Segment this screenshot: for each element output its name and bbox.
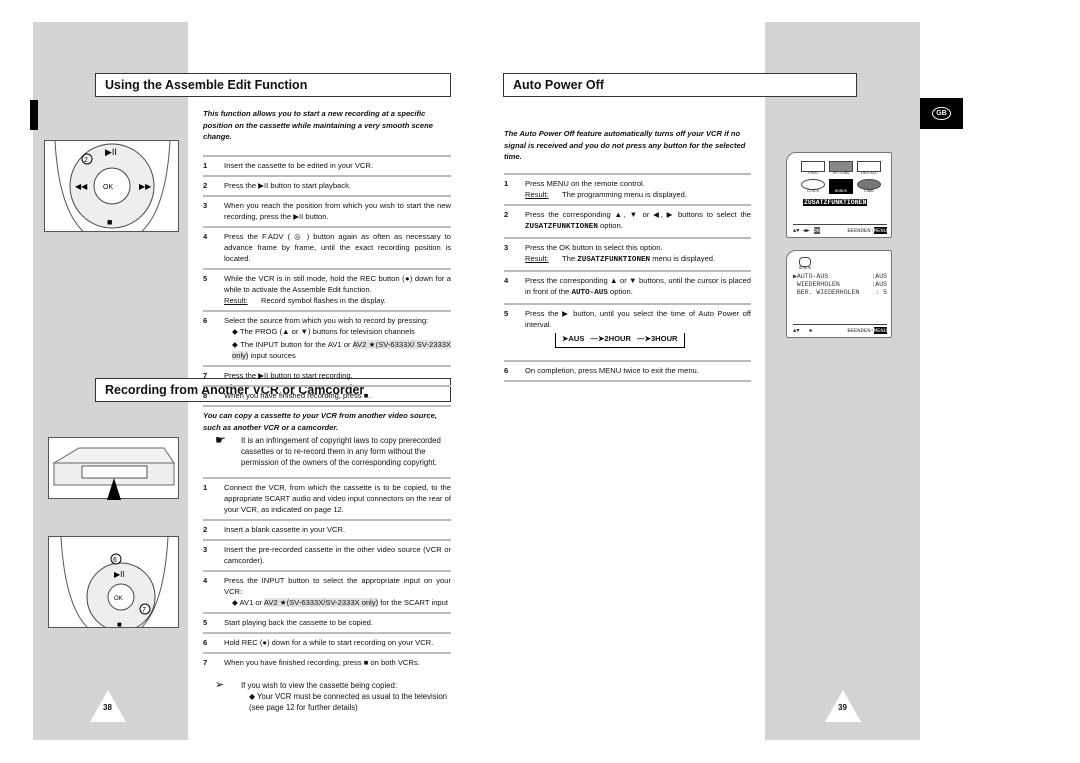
step: 4 Press the F.ADV ( ◎ ) button again as o… (203, 225, 451, 268)
step: 7 When you have finished recording, press… (203, 652, 451, 672)
step: 5 Start playing back the cassette to be c… (203, 612, 451, 632)
svg-text:▶II: ▶II (105, 147, 117, 157)
autopower-title: Auto Power Off (503, 73, 857, 97)
assemble-section: This function allows you to start a new … (203, 108, 451, 407)
svg-text:■: ■ (117, 620, 122, 628)
step: 1 Connect the VCR, from which the cassett… (203, 477, 451, 519)
pointing-hand-icon: ☛ (215, 433, 226, 447)
tip: ➢ If you wish to view the cassette being … (203, 680, 451, 713)
section-tab (30, 100, 38, 130)
step: 2 Insert a blank cassette in your VCR. (203, 519, 451, 539)
svg-text:2: 2 (84, 157, 88, 164)
assemble-intro: This function allows you to start a new … (203, 109, 433, 141)
recording-intro: You can copy a cassette to your VCR from… (203, 411, 437, 432)
svg-text:OK: OK (103, 184, 113, 191)
svg-text:7: 7 (142, 607, 146, 614)
page-number-left: 38 (103, 703, 112, 712)
autopower-section: The Auto Power Off feature automatically… (504, 128, 751, 382)
svg-text:▶II: ▶II (114, 570, 125, 579)
svg-text:OK: OK (114, 596, 123, 602)
remote-illustration-play: OK ▶II ■ ◀◀ ▶▶ 2 (44, 140, 179, 232)
osd-main-menu: PROG OPTIONS INSTALL CLOCK BONUS LANG ZU… (786, 152, 892, 238)
right-margin-band (765, 22, 920, 740)
assemble-title: Using the Assemble Edit Function (95, 73, 451, 97)
step: 1 Press MENU on the remote control. Result… (504, 172, 751, 204)
arrow-tip-icon: ➢ (215, 679, 225, 691)
step: 5 Press the ▶ button, until you select th… (504, 302, 751, 360)
svg-text:◀◀: ◀◀ (75, 182, 88, 191)
step: 1 Insert the cassette to be edited in you… (203, 154, 451, 175)
step: 6 Select the source from which you wish t… (203, 309, 451, 365)
step: 3 Insert the pre-recorded cassette in the… (203, 539, 451, 570)
osd-bonus-menu: BONUS ▶AUTO-AUS:AUS WIEDERHOLEN:AUS BER.… (786, 250, 892, 338)
step: 2 Press the ▶II button to start playback. (203, 174, 451, 195)
svg-text:6: 6 (113, 557, 117, 564)
language-badge: GB (920, 98, 963, 129)
page-number-right: 39 (838, 703, 847, 712)
remote-illustration-record: OK ▶II ■ 6 7 (48, 536, 179, 628)
step: 3 Press the OK button to select this opti… (504, 236, 751, 270)
step: 6 On completion, press MENU twice to exit… (504, 359, 751, 382)
step: 4 Press the corresponding ▲ or ▼ buttons,… (504, 269, 751, 303)
step: 2 Press the corresponding ▲, ▼ or ◀, ▶ bu… (504, 203, 751, 237)
svg-text:■: ■ (107, 217, 112, 227)
autopower-intro: The Auto Power Off feature automatically… (504, 129, 746, 161)
step: 8 When you have finished recording, press… (203, 384, 451, 407)
step: 3 When you reach the position from which … (203, 194, 451, 226)
interval-cycle: ➤AUS —➤2HOUR —➤3HOUR (555, 332, 685, 348)
recording-section: You can copy a cassette to your VCR from… (203, 410, 451, 713)
step: 5 While the VCR is in still mode, hold th… (203, 267, 451, 310)
copyright-note: ☛ It is an infringement of copyright laws… (203, 433, 451, 468)
vcr-illustration (48, 437, 179, 500)
step: 4 Press the INPUT button to select the ap… (203, 570, 451, 612)
step: 6 Hold REC (●) down for a while to start … (203, 632, 451, 652)
step: 7 Press the ▶II button to start recording… (203, 364, 451, 385)
svg-text:▶▶: ▶▶ (139, 182, 152, 191)
